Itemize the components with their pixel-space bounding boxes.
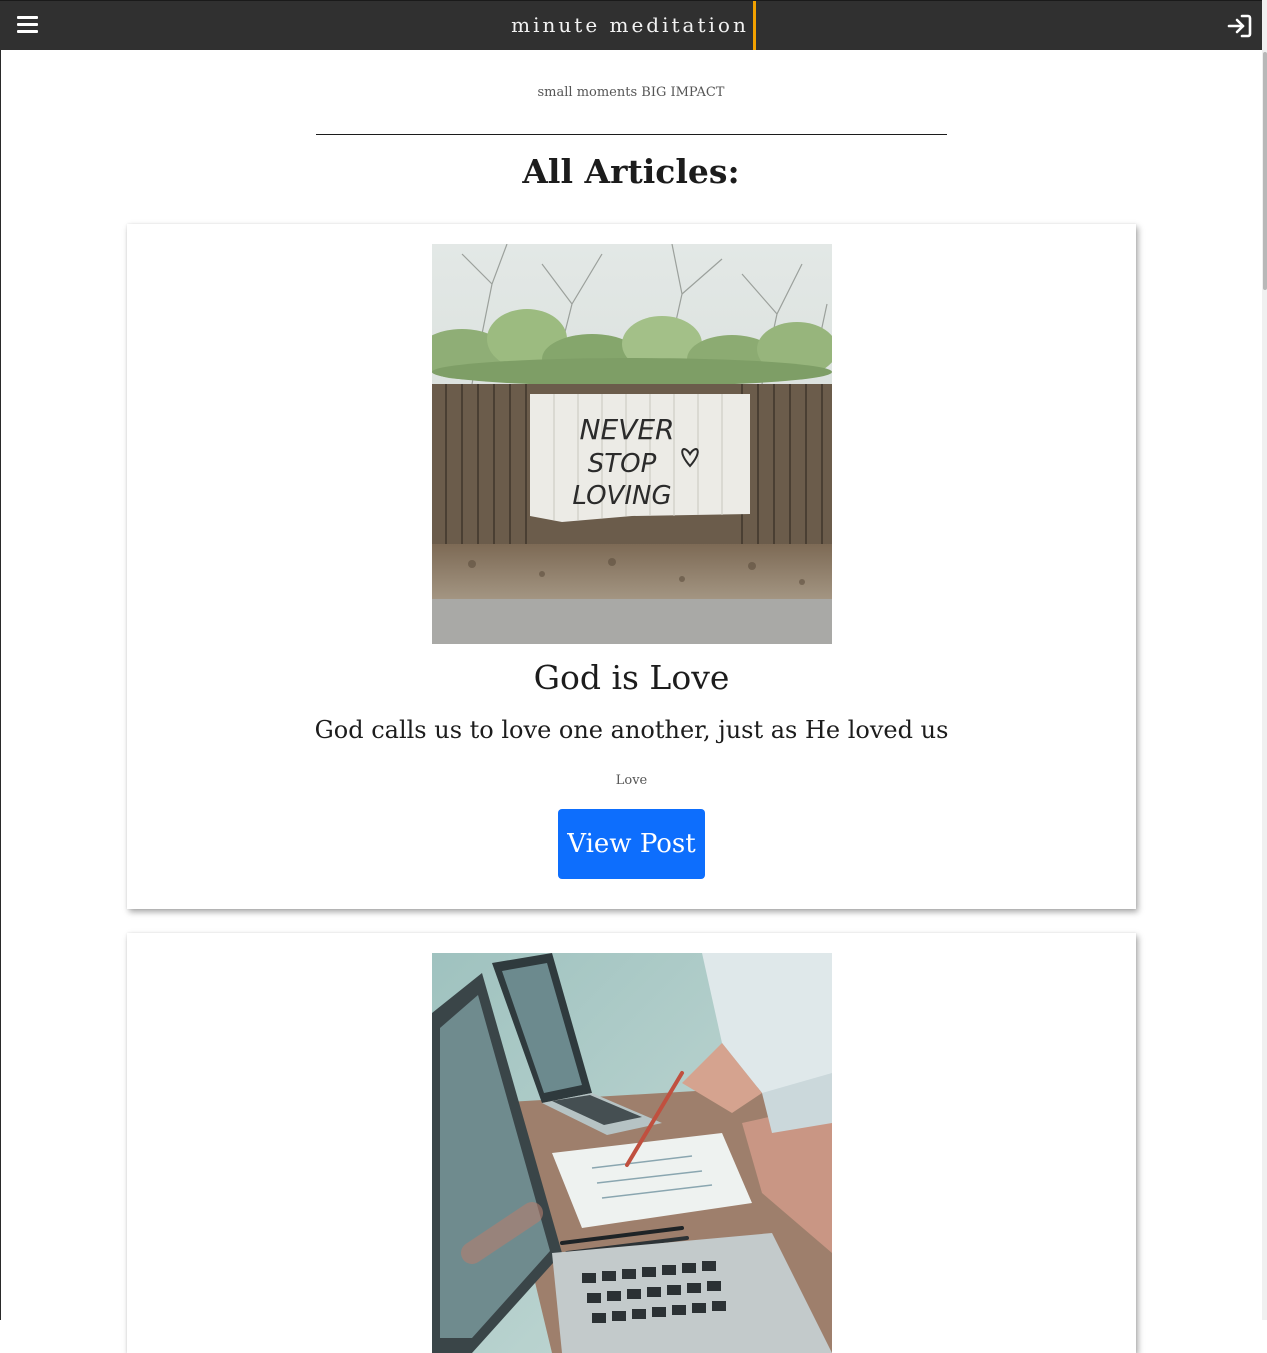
scrollbar-thumb[interactable] — [1263, 52, 1267, 290]
article-title: God is Love — [533, 658, 730, 697]
graffiti-line-3: LOVING — [572, 481, 671, 511]
section-title: All Articles: — [522, 152, 740, 191]
brand-container: minute meditation — [0, 1, 1262, 51]
brand-title[interactable]: minute meditation — [511, 13, 751, 37]
article-subtitle: God calls us to love one another, just a… — [314, 716, 949, 744]
view-post-button[interactable]: View Post — [558, 809, 705, 879]
top-navbar: minute meditation — [0, 0, 1262, 50]
article-tag: Love — [615, 773, 648, 788]
header-divider — [316, 134, 947, 135]
graffiti-line-1: NEVER — [580, 413, 675, 446]
article-image-fence-graffiti: NEVER STOP LOVING — [432, 244, 832, 644]
hamburger-menu-icon[interactable] — [16, 13, 40, 37]
article-image-laptops-desk — [432, 953, 832, 1353]
login-icon[interactable] — [1226, 12, 1254, 40]
article-card — [127, 933, 1136, 1353]
text-cursor-caret — [753, 1, 756, 50]
site-tagline: small moments BIG IMPACT — [537, 85, 725, 100]
article-card: NEVER STOP LOVING God is Love God calls … — [127, 224, 1136, 909]
graffiti-line-2: STOP — [588, 449, 657, 479]
